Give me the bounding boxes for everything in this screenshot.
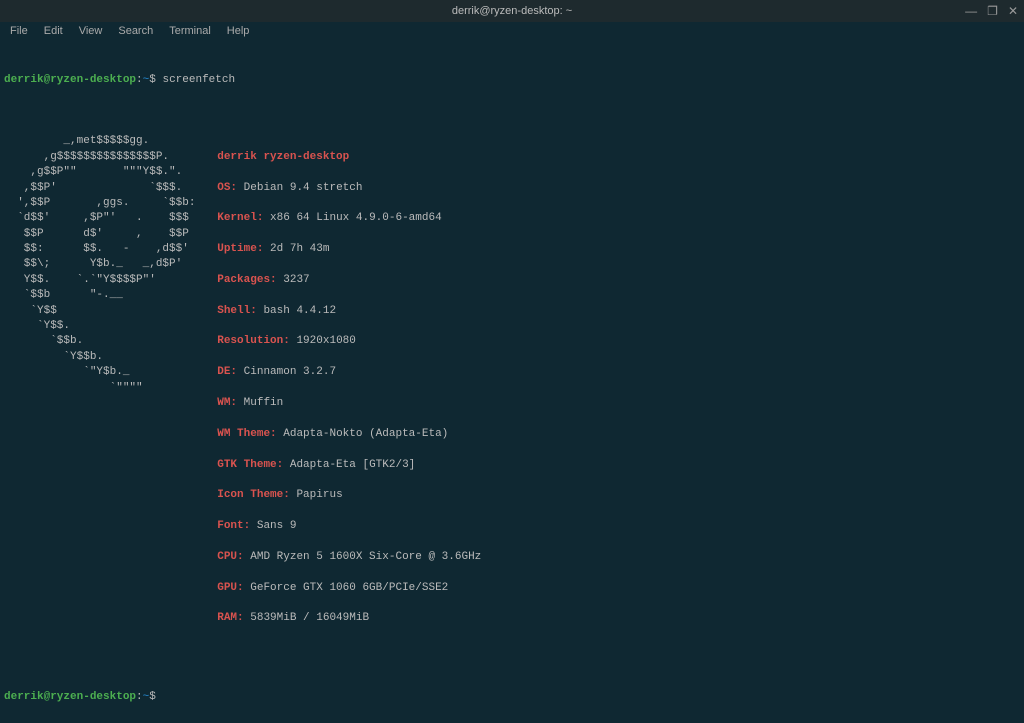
- wm-val: Muffin: [237, 397, 283, 409]
- cpu-key: CPU:: [217, 551, 243, 563]
- resolution-val: 1920x1080: [290, 335, 356, 347]
- shell-key: Shell:: [217, 305, 257, 317]
- minimize-icon[interactable]: —: [965, 4, 977, 18]
- gpu-key: GPU:: [217, 582, 243, 594]
- gpu-val: GeForce GTX 1060 6GB/PCIe/SSE2: [244, 582, 449, 594]
- os-key: OS:: [217, 182, 237, 194]
- gtktheme-key: GTK Theme:: [217, 459, 283, 471]
- menu-view[interactable]: View: [73, 25, 109, 37]
- os-val: Debian 9.4 stretch: [237, 182, 362, 194]
- window-title: derrik@ryzen-desktop: ~: [452, 5, 572, 17]
- titlebar: derrik@ryzen-desktop: ~ — ❐ ✕: [0, 0, 1024, 22]
- maximize-icon[interactable]: ❐: [987, 4, 998, 18]
- prompt-line-2: derrik@ryzen-desktop:~$: [4, 690, 1020, 705]
- wmtheme-key: WM Theme:: [217, 428, 276, 440]
- shell-val: bash 4.4.12: [257, 305, 336, 317]
- icontheme-key: Icon Theme:: [217, 489, 290, 501]
- ascii-logo: _,met$$$$$gg. ,g$$$$$$$$$$$$$$$P. ,g$$P"…: [4, 134, 215, 642]
- wmtheme-val: Adapta-Nokto (Adapta-Eta): [277, 428, 449, 440]
- de-key: DE:: [217, 366, 237, 378]
- menu-terminal[interactable]: Terminal: [163, 25, 217, 37]
- prompt-path: ~: [143, 691, 150, 703]
- command-text: screenfetch: [162, 74, 235, 86]
- menu-search[interactable]: Search: [112, 25, 159, 37]
- info-header: derrik ryzen-desktop: [217, 151, 349, 163]
- menu-help[interactable]: Help: [221, 25, 256, 37]
- menubar: File Edit View Search Terminal Help: [0, 22, 1024, 40]
- resolution-key: Resolution:: [217, 335, 290, 347]
- system-info: derrik ryzen-desktop OS: Debian 9.4 stre…: [217, 134, 481, 642]
- icontheme-val: Papirus: [290, 489, 343, 501]
- prompt-dollar: $: [149, 74, 156, 86]
- font-key: Font:: [217, 520, 250, 532]
- prompt-colon: :: [136, 691, 143, 703]
- menu-edit[interactable]: Edit: [38, 25, 69, 37]
- prompt-colon: :: [136, 74, 143, 86]
- uptime-key: Uptime:: [217, 243, 263, 255]
- uptime-val: 2d 7h 43m: [263, 243, 329, 255]
- prompt-dollar: $: [149, 691, 156, 703]
- screenfetch-output: _,met$$$$$gg. ,g$$$$$$$$$$$$$$$P. ,g$$P"…: [4, 134, 1020, 642]
- prompt-userhost: derrik@ryzen-desktop: [4, 74, 136, 86]
- font-val: Sans 9: [250, 520, 296, 532]
- prompt-line-1: derrik@ryzen-desktop:~$ screenfetch: [4, 73, 1020, 88]
- ram-key: RAM:: [217, 612, 243, 624]
- ram-val: 5839MiB / 16049MiB: [244, 612, 369, 624]
- terminal-body[interactable]: derrik@ryzen-desktop:~$ screenfetch _,me…: [0, 40, 1024, 723]
- packages-key: Packages:: [217, 274, 276, 286]
- cpu-val: AMD Ryzen 5 1600X Six-Core @ 3.6GHz: [244, 551, 482, 563]
- close-icon[interactable]: ✕: [1008, 4, 1018, 18]
- kernel-key: Kernel:: [217, 212, 263, 224]
- prompt-userhost: derrik@ryzen-desktop: [4, 691, 136, 703]
- packages-val: 3237: [277, 274, 310, 286]
- de-val: Cinnamon 3.2.7: [237, 366, 336, 378]
- window-controls: — ❐ ✕: [965, 4, 1018, 18]
- menu-file[interactable]: File: [4, 25, 34, 37]
- gtktheme-val: Adapta-Eta [GTK2/3]: [283, 459, 415, 471]
- wm-key: WM:: [217, 397, 237, 409]
- kernel-val: x86 64 Linux 4.9.0-6-amd64: [263, 212, 441, 224]
